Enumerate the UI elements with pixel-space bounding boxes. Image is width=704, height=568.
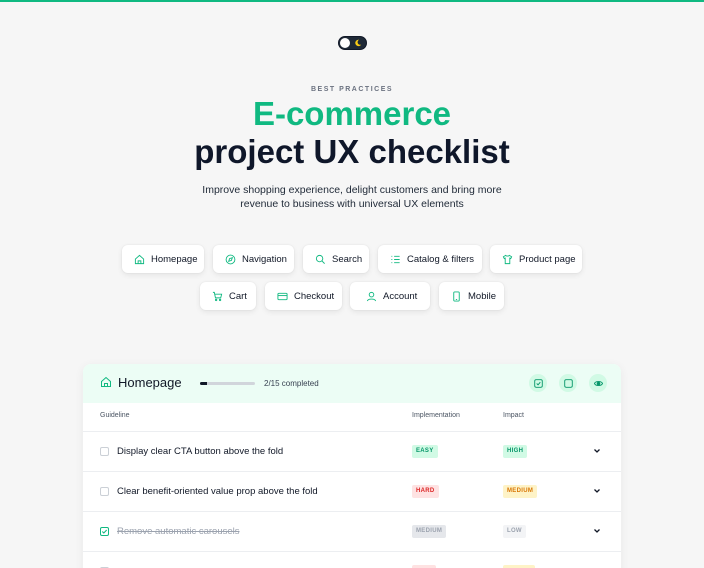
category-label: Product page [519, 253, 576, 265]
uncheck-all-button[interactable] [559, 374, 577, 392]
card-icon [277, 292, 288, 300]
category-checkout[interactable]: Checkout [265, 282, 342, 310]
progress-fill [200, 382, 208, 385]
search-icon [315, 254, 325, 264]
column-header-impact: Impact [503, 412, 525, 419]
category-label: Navigation [242, 253, 287, 265]
impact-badge: LOW [503, 525, 526, 538]
shirt-icon [502, 254, 513, 264]
category-label: Cart [229, 290, 247, 302]
guideline-text: Display clear CTA button above the fold [117, 446, 284, 457]
category-label: Account [383, 290, 418, 302]
toggle-knob [340, 38, 350, 48]
page-title-line1: E-commerce [252, 95, 452, 132]
category-label: Checkout [294, 290, 335, 302]
row-checkbox[interactable] [100, 527, 109, 536]
checklist-panel: Homepage 2/15 completed Guideline Implem… [83, 364, 621, 568]
category-account[interactable]: Account [350, 282, 430, 310]
column-header-guideline: Guideline [100, 412, 130, 419]
category-search[interactable]: Search [303, 245, 369, 273]
chevron-down-icon[interactable] [592, 486, 602, 496]
chevron-down-icon[interactable] [592, 526, 602, 536]
impact-badge: MEDIUM [503, 485, 538, 498]
impact-badge: HIGH [503, 445, 528, 458]
implementation-badge: MEDIUM [412, 525, 447, 538]
table-row[interactable] [83, 551, 621, 568]
implementation-badge: EASY [412, 445, 438, 458]
guideline-text: Remove automatic carousels [117, 526, 240, 537]
section-header: Homepage 2/15 completed [83, 364, 621, 403]
category-catalog-filters[interactable]: Catalog & filters [378, 245, 482, 273]
column-header-implementation: Implementation [412, 412, 460, 419]
eyebrow-label: BEST PRACTICES [310, 86, 394, 93]
category-label: Homepage [151, 253, 198, 265]
chevron-down-icon[interactable] [592, 446, 602, 456]
category-mobile[interactable]: Mobile [439, 282, 504, 310]
list-icon [391, 255, 400, 263]
category-label: Mobile [468, 290, 496, 302]
eye-icon [593, 380, 603, 386]
page-title-line2: project UX checklist [194, 133, 510, 170]
implementation-badge: HARD [412, 485, 439, 498]
progress-bar [200, 382, 255, 385]
row-checkbox[interactable] [100, 447, 109, 456]
guideline-text: Clear benefit-oriented value prop above … [117, 486, 318, 497]
user-icon [366, 291, 377, 301]
category-homepage[interactable]: Homepage [122, 245, 204, 273]
square-icon [563, 378, 573, 388]
row-checkbox[interactable] [100, 487, 109, 496]
category-product-page[interactable]: Product page [490, 245, 582, 273]
cart-icon [212, 291, 223, 301]
toggle-visibility-button[interactable] [589, 374, 607, 392]
house-icon [101, 376, 111, 387]
theme-toggle[interactable] [338, 36, 367, 50]
check-all-button[interactable] [529, 374, 547, 392]
category-label: Search [332, 253, 363, 265]
moon-icon [355, 39, 362, 47]
category-label: Catalog & filters [407, 253, 475, 265]
category-cart[interactable]: Cart [200, 282, 256, 310]
table-row[interactable]: Display clear CTA button above the fold … [83, 431, 621, 471]
table-row[interactable]: Clear benefit-oriented value prop above … [83, 471, 621, 511]
check-all-icon [533, 378, 543, 388]
section-title: Homepage [118, 375, 182, 390]
page-subtitle: Improve shopping experience, delight cus… [202, 184, 502, 210]
category-navigation[interactable]: Navigation [213, 245, 294, 273]
top-accent-bar [0, 0, 704, 2]
checkmark-icon [101, 529, 108, 534]
compass-icon [225, 254, 236, 264]
house-icon [134, 254, 145, 264]
phone-icon [453, 290, 460, 302]
table-row[interactable]: Remove automatic carousels MEDIUM LOW [83, 511, 621, 551]
progress-text: 2/15 completed [264, 379, 319, 388]
